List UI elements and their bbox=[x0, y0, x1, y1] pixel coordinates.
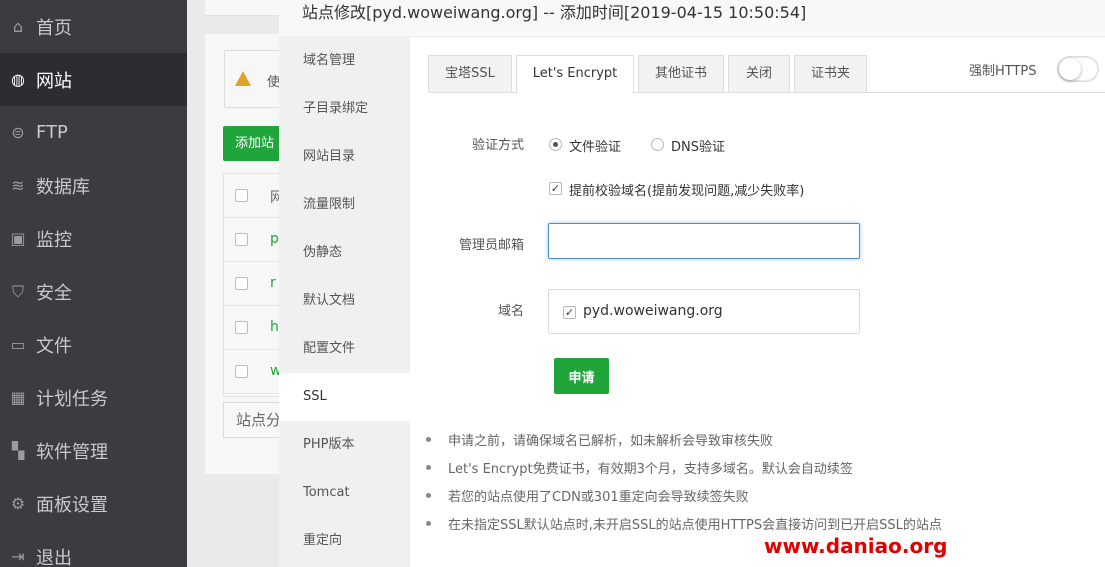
tab-close[interactable]: 关闭 bbox=[728, 55, 790, 93]
note-text: Let's Encrypt免费证书，有效期3个月，支持多域名。默认会自动续签 bbox=[448, 462, 853, 477]
warning-icon bbox=[235, 71, 251, 86]
sidebar-item-logout[interactable]: ⇥ 退出 bbox=[0, 530, 187, 567]
sidebar-item-label: 网站 bbox=[36, 70, 72, 92]
dialog-nav: 域名管理 子目录绑定 网站目录 流量限制 伪静态 默认文档 配置文件 SSL P… bbox=[279, 37, 410, 567]
force-https-toggle[interactable] bbox=[1057, 56, 1099, 82]
precheck-label[interactable]: 提前校验域名(提前发现问题,减少失败率) bbox=[569, 180, 804, 199]
table-cell: r bbox=[270, 275, 276, 291]
radio-file-verify[interactable] bbox=[549, 138, 562, 151]
admin-email-input[interactable] bbox=[548, 223, 860, 259]
table-row[interactable]: r bbox=[224, 262, 284, 306]
table-header-row: 网 bbox=[224, 174, 284, 218]
row-checkbox[interactable] bbox=[235, 365, 248, 378]
table-row[interactable]: w bbox=[224, 350, 284, 394]
nav-rewrite[interactable]: 伪静态 bbox=[279, 229, 410, 277]
precheck-checkbox[interactable]: ✓ bbox=[549, 182, 562, 195]
table-row[interactable]: h bbox=[224, 306, 284, 350]
watermark-text: www.daniao.org bbox=[764, 534, 948, 558]
toggle-knob bbox=[1059, 58, 1081, 80]
sidebar-item-label: 计划任务 bbox=[36, 388, 108, 410]
sidebar-item-label: 首页 bbox=[36, 17, 72, 39]
home-icon: ⌂ bbox=[12, 17, 24, 36]
sidebar-item-database[interactable]: ≋ 数据库 bbox=[0, 159, 187, 212]
sidebar-item-home[interactable]: ⌂ 首页 bbox=[0, 0, 187, 53]
apply-button[interactable]: 申请 bbox=[554, 358, 609, 394]
calendar-icon: ▦ bbox=[10, 388, 26, 407]
tab-cert-folder[interactable]: 证书夹 bbox=[794, 55, 867, 93]
note-text: 申请之前，请确保域名已解析，如未解析会导致审核失败 bbox=[448, 434, 774, 449]
nav-ssl[interactable]: SSL bbox=[279, 373, 410, 421]
sidebar-item-label: 软件管理 bbox=[36, 441, 108, 463]
sidebar-item-security[interactable]: ⛉ 安全 bbox=[0, 265, 187, 318]
radio-dns-verify[interactable] bbox=[651, 138, 664, 151]
sidebar-item-settings[interactable]: ⚙ 面板设置 bbox=[0, 477, 187, 530]
dialog-title: 站点修改[pyd.woweiwang.org] -- 添加时间[2019-04-… bbox=[279, 0, 1105, 37]
radio-dns-verify-label[interactable]: DNS验证 bbox=[671, 136, 725, 155]
shield-icon: ⛉ bbox=[11, 281, 24, 301]
site-category-select[interactable]: 站点分 bbox=[223, 402, 283, 438]
verify-method-label: 验证方式 bbox=[471, 138, 524, 153]
table-cell: p bbox=[270, 231, 279, 247]
nav-traffic-limit[interactable]: 流量限制 bbox=[279, 181, 410, 229]
tab-baota-ssl[interactable]: 宝塔SSL bbox=[428, 55, 512, 93]
domain-list: ✓ pyd.woweiwang.org bbox=[548, 289, 860, 334]
note-text: 若您的站点使用了CDN或301重定向会导致续签失败 bbox=[448, 490, 749, 505]
table-row[interactable]: p bbox=[224, 218, 284, 262]
nav-site-directory[interactable]: 网站目录 bbox=[279, 133, 410, 181]
row-checkbox[interactable] bbox=[235, 277, 248, 290]
nav-subdir-binding[interactable]: 子目录绑定 bbox=[279, 85, 410, 133]
nav-config-file[interactable]: 配置文件 bbox=[279, 325, 410, 373]
domain-label: 域名 bbox=[497, 304, 524, 319]
sidebar-item-label: FTP bbox=[36, 122, 68, 143]
sidebar-item-ftp[interactable]: ⊜ FTP bbox=[0, 106, 187, 159]
nav-default-doc[interactable]: 默认文档 bbox=[279, 277, 410, 325]
domain-checkbox[interactable]: ✓ bbox=[563, 306, 576, 319]
nav-php-version[interactable]: PHP版本 bbox=[279, 421, 410, 469]
tab-other-cert[interactable]: 其他证书 bbox=[638, 55, 724, 93]
globe-icon: ◍ bbox=[11, 70, 25, 89]
sidebar-item-label: 数据库 bbox=[36, 176, 90, 198]
sidebar-item-software[interactable]: ▚ 软件管理 bbox=[0, 424, 187, 477]
add-site-button[interactable]: 添加站 bbox=[223, 126, 283, 161]
domain-name: pyd.woweiwang.org bbox=[583, 303, 723, 319]
sidebar-item-label: 退出 bbox=[36, 547, 72, 567]
nav-domain-manage[interactable]: 域名管理 bbox=[279, 37, 410, 85]
sidebar-item-label: 文件 bbox=[36, 335, 72, 357]
row-checkbox[interactable] bbox=[235, 233, 248, 246]
bullet-icon bbox=[426, 465, 431, 470]
main-sidebar: ⌂ 首页 ◍ 网站 ⊜ FTP ≋ 数据库 ▣ 监控 ⛉ 安全 ▭ 文件 ▦ 计… bbox=[0, 0, 187, 567]
table-cell: h bbox=[270, 319, 279, 335]
nav-redirect[interactable]: 重定向 bbox=[279, 517, 410, 565]
sidebar-item-files[interactable]: ▭ 文件 bbox=[0, 318, 187, 371]
bullet-icon bbox=[426, 521, 431, 526]
bullet-icon bbox=[426, 493, 431, 498]
sidebar-item-label: 面板设置 bbox=[36, 494, 108, 516]
tab-lets-encrypt[interactable]: Let's Encrypt bbox=[516, 55, 634, 94]
sidebar-item-website[interactable]: ◍ 网站 bbox=[0, 53, 187, 106]
force-https-label: 强制HTTPS bbox=[969, 64, 1037, 79]
sidebar-item-monitor[interactable]: ▣ 监控 bbox=[0, 212, 187, 265]
sidebar-item-label: 监控 bbox=[36, 229, 72, 251]
note-text: 在未指定SSL默认站点时,未开启SSL的站点使用HTTPS会直接访问到已开启SS… bbox=[448, 518, 942, 533]
folder-icon: ▭ bbox=[10, 335, 26, 354]
monitor-icon: ▣ bbox=[10, 229, 26, 248]
radio-file-verify-label[interactable]: 文件验证 bbox=[569, 136, 621, 155]
ftp-icon: ⊜ bbox=[11, 123, 25, 142]
logout-icon: ⇥ bbox=[11, 547, 25, 566]
site-table: 网 p r h w bbox=[223, 173, 284, 397]
sidebar-item-cron[interactable]: ▦ 计划任务 bbox=[0, 371, 187, 424]
sidebar-item-label: 安全 bbox=[36, 282, 72, 304]
nav-tomcat[interactable]: Tomcat bbox=[279, 469, 410, 517]
admin-email-label: 管理员邮箱 bbox=[458, 238, 524, 253]
bullet-icon bbox=[426, 437, 431, 442]
apps-icon: ▚ bbox=[11, 441, 25, 460]
site-edit-dialog: 站点修改[pyd.woweiwang.org] -- 添加时间[2019-04-… bbox=[279, 0, 1105, 567]
gear-icon: ⚙ bbox=[10, 494, 26, 513]
select-all-checkbox[interactable] bbox=[235, 189, 248, 202]
database-icon: ≋ bbox=[11, 176, 25, 195]
row-checkbox[interactable] bbox=[235, 321, 248, 334]
